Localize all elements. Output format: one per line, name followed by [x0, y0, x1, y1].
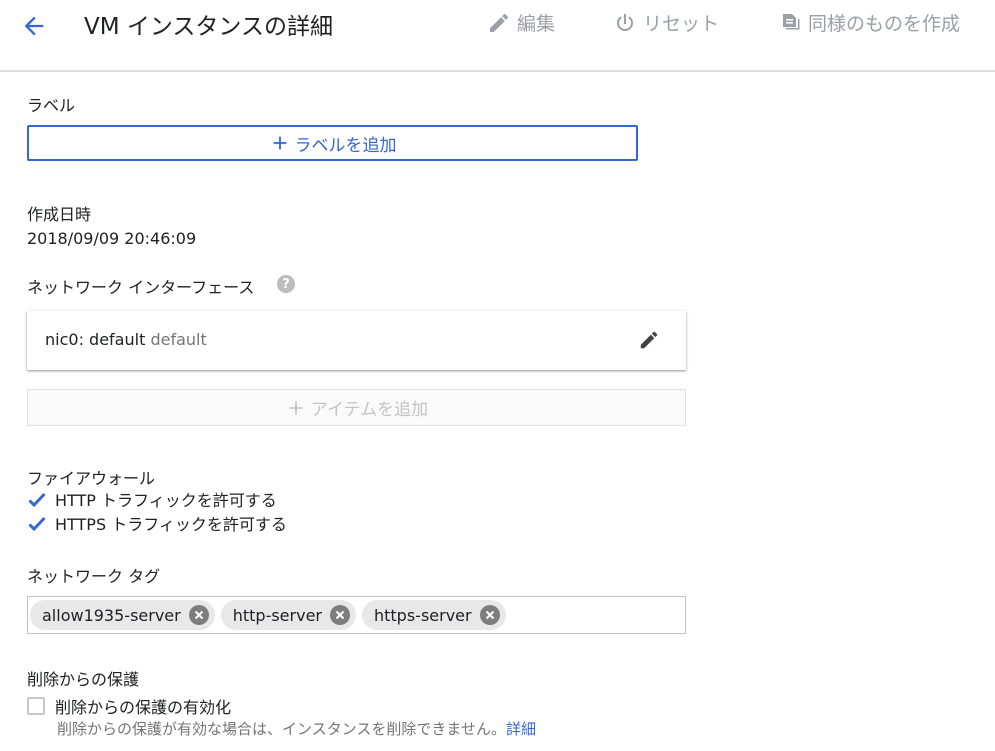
create-similar-button[interactable]: 同様のものを作成: [778, 9, 960, 36]
power-icon: [617, 13, 633, 31]
remove-tag-button[interactable]: [188, 605, 209, 625]
nic-name: nic0: default: [45, 330, 146, 349]
tag-chip: allow1935-server: [30, 600, 215, 630]
deletion-protection-heading: 削除からの保護: [27, 670, 140, 689]
remove-tag-button[interactable]: [479, 605, 500, 625]
pencil-icon: [490, 13, 509, 32]
edit-label: 編集: [517, 13, 556, 35]
tag-chip: http-server: [220, 600, 356, 630]
firewall-heading: ファイアウォール: [27, 469, 156, 488]
close-icon: [194, 610, 203, 620]
nic-edit-button[interactable]: [638, 329, 660, 351]
allow-http-checkbox[interactable]: HTTP トラフィックを許可する: [27, 487, 277, 511]
arrow-back-icon: [24, 16, 44, 36]
checkbox-checked-icon: [27, 490, 46, 508]
tag-chip-label: http-server: [232, 605, 322, 625]
plus-icon: [289, 401, 303, 414]
add-item-button: アイテムを追加: [27, 389, 686, 426]
network-interfaces-heading: ネットワーク インターフェース: [27, 278, 255, 297]
tag-chip: https-server: [361, 600, 506, 630]
checkbox-checked-icon: [27, 514, 46, 532]
allow-https-checkbox[interactable]: HTTPS トラフィックを許可する: [27, 511, 287, 535]
add-item-text: アイテムを追加: [310, 400, 429, 420]
created-value: 2018/09/09 20:46:09: [27, 229, 197, 248]
allow-https-label: HTTPS トラフィックを許可する: [55, 515, 287, 534]
back-button[interactable]: [18, 10, 50, 42]
deletion-protection-hint: 削除からの保護が有効な場合は、インスタンスを削除できません。詳細: [57, 718, 536, 739]
nic-network: default: [150, 330, 207, 349]
page-title: VM インスタンスの詳細: [84, 14, 333, 40]
labels-heading: ラベル: [27, 96, 76, 115]
nic-name-row: nic0: default default: [45, 330, 207, 349]
remove-tag-button[interactable]: [329, 605, 350, 625]
checkbox-unchecked-icon: [27, 697, 45, 715]
edit-button[interactable]: 編集: [487, 9, 555, 36]
network-interface-card[interactable]: nic0: default default: [27, 311, 686, 370]
pencil-icon: [640, 331, 658, 349]
allow-http-label: HTTP トラフィックを許可する: [55, 491, 277, 510]
created-heading: 作成日時: [27, 205, 92, 224]
add-label-text: ラベルを追加: [294, 135, 397, 156]
close-icon: [335, 610, 345, 620]
network-tags-heading: ネットワーク タグ: [27, 567, 161, 586]
page-header: VM インスタンスの詳細 編集 リセット 同様のものを作成: [0, 0, 995, 72]
reset-button[interactable]: リセット: [613, 9, 719, 36]
plus-icon: [273, 136, 286, 150]
add-label-button[interactable]: ラベルを追加: [27, 125, 638, 161]
tag-chip-label: allow1935-server: [42, 605, 181, 625]
create-similar-label: 同様のものを作成: [808, 13, 961, 35]
deletion-protection-label: 削除からの保護の有効化: [55, 698, 232, 717]
deletion-protection-checkbox[interactable]: 削除からの保護の有効化: [27, 694, 231, 718]
help-icon[interactable]: ?: [277, 275, 295, 293]
hint-text: 削除からの保護が有効な場合は、インスタンスを削除できません。: [57, 720, 506, 738]
close-icon: [485, 610, 494, 620]
reset-label: リセット: [643, 13, 720, 35]
learn-more-link[interactable]: 詳細: [506, 720, 536, 738]
copy-document-icon: [783, 13, 800, 29]
tag-chip-label: https-server: [373, 605, 472, 625]
network-tags-input[interactable]: allow1935-server http-server https-serve…: [27, 596, 686, 634]
